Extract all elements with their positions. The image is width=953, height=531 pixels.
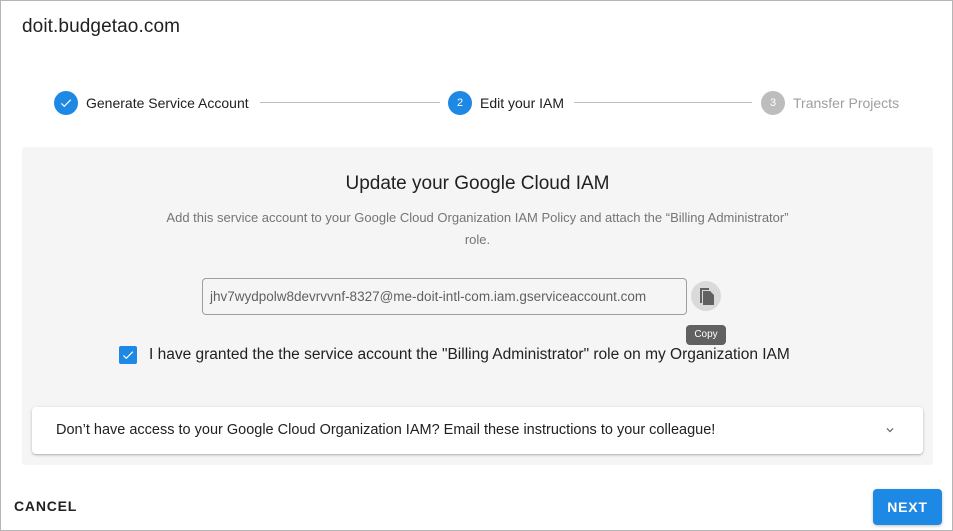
iam-card: Update your Google Cloud IAM Add this se… [22,147,933,465]
copy-tooltip: Copy [686,325,726,345]
chevron-down-icon[interactable] [883,423,897,437]
granted-checkbox[interactable] [119,346,137,364]
copy-icon [700,288,714,305]
copy-button[interactable] [691,281,721,311]
service-account-field[interactable]: jhv7wydpolw8devrvvnf-8327@me-doit-intl-c… [202,278,687,315]
step-1-check-icon [54,91,78,115]
card-description: Add this service account to your Google … [166,210,789,247]
cancel-button[interactable]: CANCEL [14,498,77,514]
step-3-number: 3 [761,91,785,115]
checkmark-icon [122,351,134,360]
expander-text: Don’t have access to your Google Cloud O… [56,422,716,438]
next-button[interactable]: NEXT [873,489,942,525]
granted-checkbox-label[interactable]: I have granted the the service account t… [149,346,790,364]
step-2-label: Edit your IAM [480,95,565,111]
step-1-label: Generate Service Account [86,95,249,111]
step-2-number: 2 [448,91,472,115]
step-connector [260,102,440,103]
step-connector [574,102,752,103]
email-instructions-expander[interactable]: Don’t have access to your Google Cloud O… [32,407,923,454]
step-3-label: Transfer Projects [793,95,900,111]
dialog: doit.budgetao.com Generate Service Accou… [0,0,953,531]
card-heading: Update your Google Cloud IAM [345,173,610,194]
stepper: Generate Service Account 2 Edit your IAM… [1,89,953,119]
dialog-title: doit.budgetao.com [22,16,181,37]
